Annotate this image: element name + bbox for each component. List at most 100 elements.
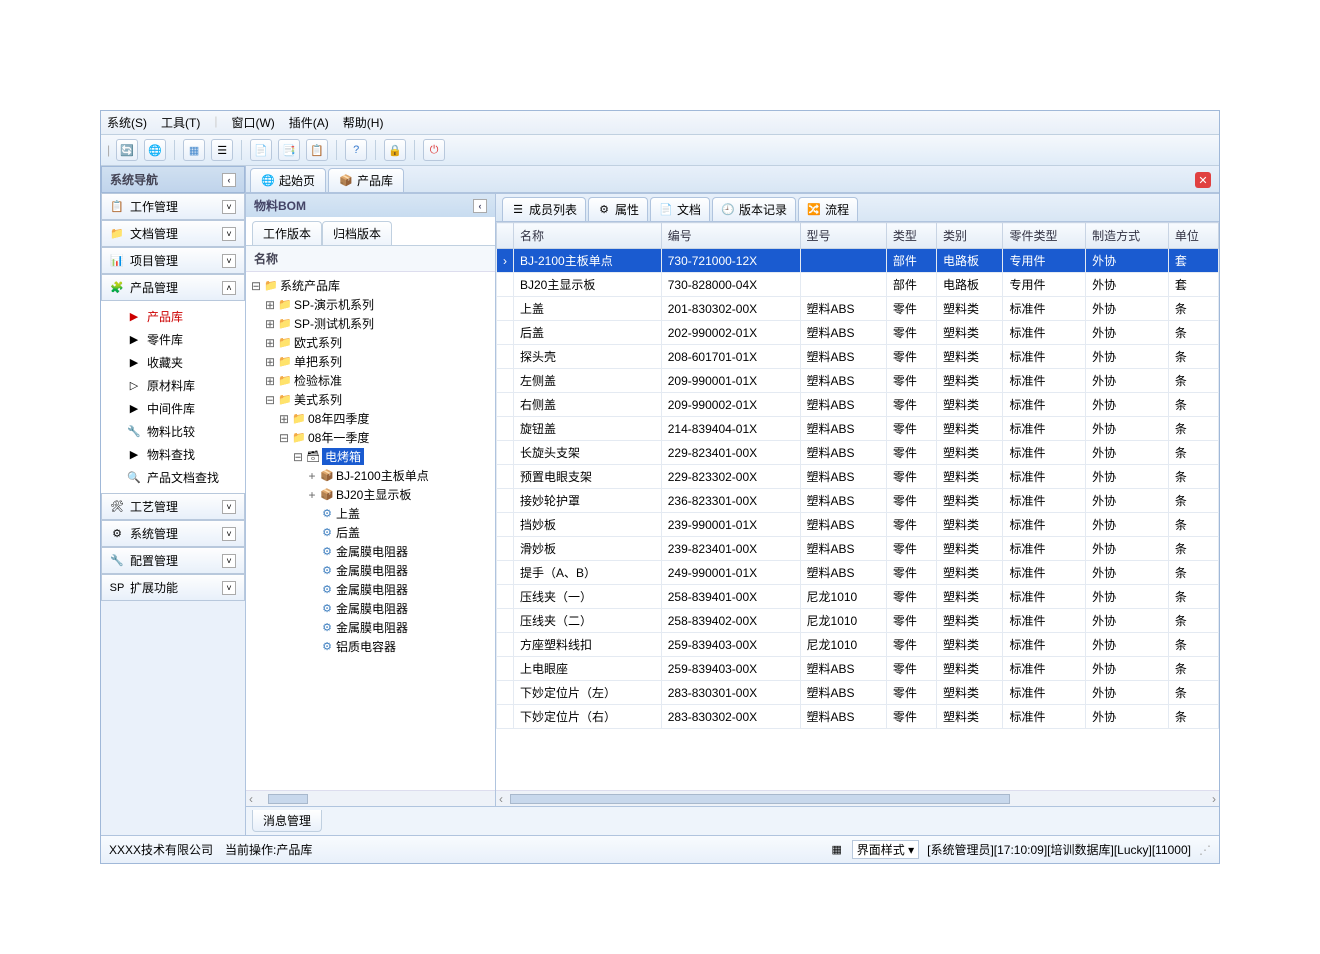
tree-node[interactable]: ⊞📁单把系列: [250, 352, 491, 371]
gtab-props[interactable]: ⚙属性: [588, 197, 648, 221]
grid-hscroll[interactable]: ‹›: [496, 790, 1219, 806]
tree-node[interactable]: ⊞📁欧式系列: [250, 333, 491, 352]
tree-node[interactable]: ⚙金属膜电阻器: [250, 542, 491, 561]
table-row[interactable]: 接妙轮护罩236-823301-00X塑料ABS零件塑料类标准件外协条: [497, 489, 1219, 513]
tb-help[interactable]: ?: [345, 139, 367, 161]
col-header-2[interactable]: 型号: [800, 223, 886, 249]
tree-node[interactable]: ⚙后盖: [250, 523, 491, 542]
sidebar-item-2[interactable]: ▶收藏夹: [123, 351, 245, 374]
tree-collapse[interactable]: ‹: [473, 199, 487, 213]
col-header-1[interactable]: 编号: [661, 223, 800, 249]
table-row[interactable]: 左侧盖209-990001-01X塑料ABS零件塑料类标准件外协条: [497, 369, 1219, 393]
sidebar-item-4[interactable]: ▶中间件库: [123, 397, 245, 420]
tree-tab-work[interactable]: 工作版本: [252, 221, 322, 245]
tab-close[interactable]: ✕: [1195, 172, 1211, 188]
table-row[interactable]: 压线夹（二）258-839402-00X尼龙1010零件塑料类标准件外协条: [497, 609, 1219, 633]
tree-node[interactable]: ⚙上盖: [250, 504, 491, 523]
cell: 283-830302-00X: [661, 705, 800, 729]
table-row[interactable]: ›BJ-2100主板单点730-721000-12X部件电路板专用件外协套: [497, 249, 1219, 273]
tab-start[interactable]: 🌐起始页: [250, 168, 326, 192]
btab-messages[interactable]: 消息管理: [252, 810, 322, 832]
tree-node[interactable]: ⊟📁08年一季度: [250, 428, 491, 447]
tree-node[interactable]: +📦BJ20主显示板: [250, 485, 491, 504]
tree-node[interactable]: ⚙金属膜电阻器: [250, 618, 491, 637]
gtab-versions[interactable]: 🕘版本记录: [712, 197, 796, 221]
tree-node[interactable]: ⊞📁检验标准: [250, 371, 491, 390]
sidebar-group-6[interactable]: 🔧配置管理˅: [101, 547, 245, 574]
sidebar-group-0[interactable]: 📋工作管理˅: [101, 193, 245, 220]
tb-doc1[interactable]: 📄: [250, 139, 272, 161]
tb-refresh[interactable]: 🔄: [116, 139, 138, 161]
table-row[interactable]: 压线夹（一）258-839401-00X尼龙1010零件塑料类标准件外协条: [497, 585, 1219, 609]
gtab-docs[interactable]: 📄文档: [650, 197, 710, 221]
col-header-6[interactable]: 制造方式: [1086, 223, 1169, 249]
style-dropdown[interactable]: 界面样式 ▾: [852, 840, 919, 859]
sidebar-group-7[interactable]: SP扩展功能˅: [101, 574, 245, 601]
sidebar-item-6[interactable]: ▶物料查找: [123, 443, 245, 466]
tb-power[interactable]: ⏻: [423, 139, 445, 161]
sidebar-item-1[interactable]: ▶零件库: [123, 328, 245, 351]
menu-tools[interactable]: 工具(T): [161, 114, 200, 131]
table-row[interactable]: 长旋头支架229-823401-00X塑料ABS零件塑料类标准件外协条: [497, 441, 1219, 465]
sidebar-group-3[interactable]: 🧩产品管理˄: [101, 274, 245, 301]
tb-doc3[interactable]: 📋: [306, 139, 328, 161]
tree-tab-archive[interactable]: 归档版本: [322, 221, 392, 245]
cell: 零件: [886, 657, 936, 681]
sidebar-item-5[interactable]: 🔧物料比较: [123, 420, 245, 443]
col-header-4[interactable]: 类别: [937, 223, 1003, 249]
table-row[interactable]: 提手（A、B）249-990001-01X塑料ABS零件塑料类标准件外协条: [497, 561, 1219, 585]
cell: 塑料ABS: [800, 321, 886, 345]
sidebar-group-5[interactable]: ⚙系统管理˅: [101, 520, 245, 547]
tree-node[interactable]: ⊞📁SP-演示机系列: [250, 295, 491, 314]
table-row[interactable]: 后盖202-990002-01X塑料ABS零件塑料类标准件外协条: [497, 321, 1219, 345]
table-row[interactable]: 方座塑料线扣259-839403-00X尼龙1010零件塑料类标准件外协条: [497, 633, 1219, 657]
col-header-5[interactable]: 零件类型: [1003, 223, 1086, 249]
table-row[interactable]: 滑妙板239-823401-00X塑料ABS零件塑料类标准件外协条: [497, 537, 1219, 561]
tree-node[interactable]: ⊞📁08年四季度: [250, 409, 491, 428]
tb-list[interactable]: ☰: [211, 139, 233, 161]
table-row[interactable]: 下妙定位片（左）283-830301-00X塑料ABS零件塑料类标准件外协条: [497, 681, 1219, 705]
sidebar-item-3[interactable]: ▷原材料库: [123, 374, 245, 397]
tree-node[interactable]: ⊟📁美式系列: [250, 390, 491, 409]
table-row[interactable]: 下妙定位片（右）283-830302-00X塑料ABS零件塑料类标准件外协条: [497, 705, 1219, 729]
table-row[interactable]: 右侧盖209-990002-01X塑料ABS零件塑料类标准件外协条: [497, 393, 1219, 417]
table-row[interactable]: 上盖201-830302-00X塑料ABS零件塑料类标准件外协条: [497, 297, 1219, 321]
tree-node[interactable]: +📦BJ-2100主板单点: [250, 466, 491, 485]
sidebar-group-1[interactable]: 📁文档管理˅: [101, 220, 245, 247]
sidebar-item-0[interactable]: ▶产品库: [123, 305, 245, 328]
tree-node[interactable]: ⚙铝质电容器: [250, 637, 491, 656]
tree-node[interactable]: ⊟📁系统产品库: [250, 276, 491, 295]
sidebar-collapse[interactable]: ‹: [222, 173, 236, 187]
tb-doc2[interactable]: 📑: [278, 139, 300, 161]
menu-system[interactable]: 系统(S): [107, 114, 147, 131]
tb-lock[interactable]: 🔒: [384, 139, 406, 161]
tree-hscroll[interactable]: ‹: [246, 790, 495, 806]
tb-globe[interactable]: 🌐: [144, 139, 166, 161]
tree-node[interactable]: ⊟🗃电烤箱: [250, 447, 491, 466]
tree-node[interactable]: ⚙金属膜电阻器: [250, 561, 491, 580]
table-row[interactable]: 预置电眼支架229-823302-00X塑料ABS零件塑料类标准件外协条: [497, 465, 1219, 489]
sidebar-item-7[interactable]: 🔍产品文档查找: [123, 466, 245, 489]
col-header-0[interactable]: 名称: [514, 223, 662, 249]
table-row[interactable]: 探头壳208-601701-01X塑料ABS零件塑料类标准件外协条: [497, 345, 1219, 369]
resize-grip[interactable]: ⋰: [1199, 843, 1211, 857]
sidebar-group-2[interactable]: 📊项目管理˅: [101, 247, 245, 274]
tree-node[interactable]: ⚙金属膜电阻器: [250, 580, 491, 599]
col-header-7[interactable]: 单位: [1168, 223, 1218, 249]
menu-window[interactable]: 窗口(W): [231, 114, 274, 131]
table-row[interactable]: 挡妙板239-990001-01X塑料ABS零件塑料类标准件外协条: [497, 513, 1219, 537]
menu-help[interactable]: 帮助(H): [343, 114, 384, 131]
col-header-3[interactable]: 类型: [886, 223, 936, 249]
table-row[interactable]: BJ20主显示板730-828000-04X部件电路板专用件外协套: [497, 273, 1219, 297]
tree-node[interactable]: ⊞📁SP-测试机系列: [250, 314, 491, 333]
table-row[interactable]: 旋钮盖214-839404-01X塑料ABS零件塑料类标准件外协条: [497, 417, 1219, 441]
sidebar-group-4[interactable]: 🛠工艺管理˅: [101, 493, 245, 520]
tab-product[interactable]: 📦产品库: [328, 168, 404, 192]
tree-node[interactable]: ⚙金属膜电阻器: [250, 599, 491, 618]
gtab-members[interactable]: ☰成员列表: [502, 197, 586, 221]
tb-window[interactable]: ▦: [183, 139, 205, 161]
gtab-process[interactable]: 🔀流程: [798, 197, 858, 221]
data-grid[interactable]: 名称编号型号类型类别零件类型制造方式单位 ›BJ-2100主板单点730-721…: [496, 222, 1219, 729]
table-row[interactable]: 上电眼座259-839403-00X塑料ABS零件塑料类标准件外协条: [497, 657, 1219, 681]
menu-plugin[interactable]: 插件(A): [289, 114, 329, 131]
